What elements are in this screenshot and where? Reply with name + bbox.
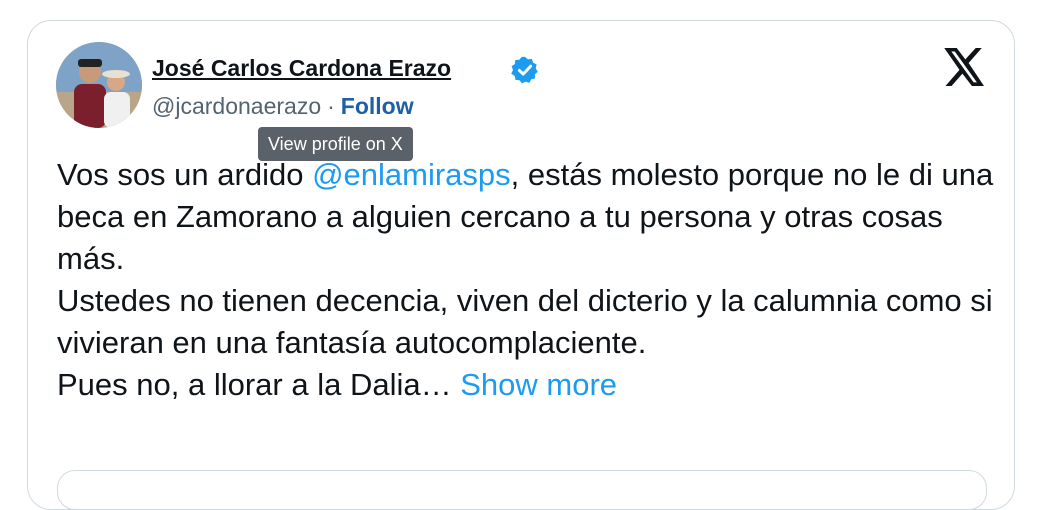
tweet-text-segment: Vos sos un ardido xyxy=(57,157,313,192)
show-more-link[interactable]: Show more xyxy=(460,367,617,402)
author-display-name[interactable]: José Carlos Cardona Erazo xyxy=(152,53,451,83)
tweet-body: Vos sos un ardido @enlamirasps, estás mo… xyxy=(57,154,997,406)
tweet-paragraph-1: Vos sos un ardido @enlamirasps, estás mo… xyxy=(57,154,997,280)
author-meta-row: @jcardonaerazo · Follow xyxy=(152,90,414,122)
embedded-content-box[interactable] xyxy=(57,470,987,510)
author-avatar[interactable] xyxy=(56,42,142,128)
tweet-text-segment: Pues no, a llorar a la Dalia… xyxy=(57,367,452,402)
profile-photo xyxy=(56,42,142,128)
meta-separator: · xyxy=(327,93,335,119)
author-handle[interactable]: @jcardonaerazo xyxy=(152,93,321,119)
follow-button[interactable]: Follow xyxy=(341,93,414,119)
mention-link[interactable]: @enlamirasps xyxy=(312,157,511,192)
tweet-paragraph-3: Pues no, a llorar a la Dalia… Show more xyxy=(57,364,997,406)
x-logo-icon[interactable] xyxy=(944,48,986,86)
verified-badge-icon xyxy=(511,56,538,84)
tweet-paragraph-2: Ustedes no tienen decencia, viven del di… xyxy=(57,283,993,360)
